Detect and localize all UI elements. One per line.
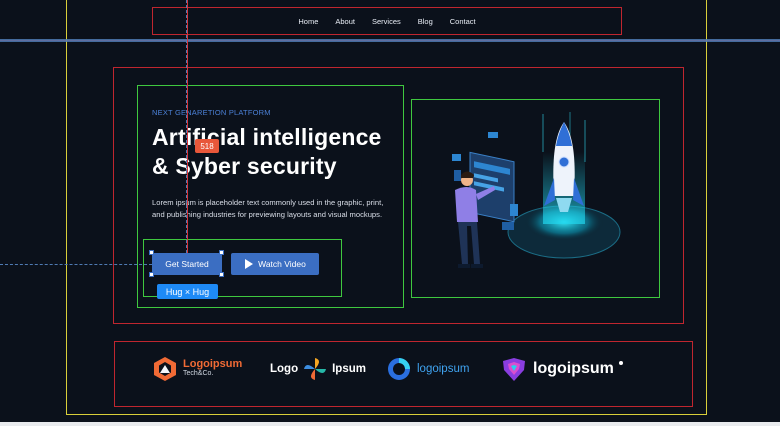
nav-about[interactable]: About bbox=[335, 17, 355, 26]
watch-video-button[interactable]: Watch Video bbox=[231, 253, 319, 275]
selection-handle-bl[interactable] bbox=[149, 272, 154, 277]
logo-2-left: Logo bbox=[270, 363, 299, 375]
logo-4: logoipsum bbox=[500, 351, 623, 387]
nav-services[interactable]: Services bbox=[372, 17, 401, 26]
selection-handle-tl[interactable] bbox=[149, 250, 154, 255]
bottom-edge bbox=[0, 422, 780, 426]
logo-4-name: logoipsum bbox=[533, 360, 614, 377]
logo-1: Logoipsum Tech&Co. bbox=[152, 351, 242, 387]
vertical-guide-dashed bbox=[186, 0, 187, 253]
logo-2: Logo Ipsum bbox=[270, 351, 366, 387]
hero-eyebrow: NEXT GENARETION PLATFORM bbox=[152, 108, 271, 117]
logo-3: logoipsum bbox=[386, 351, 469, 387]
nav-bar: Home About Services Blog Contact bbox=[152, 7, 622, 35]
heart-logo-icon bbox=[503, 358, 525, 381]
selection-handle-tr[interactable] bbox=[219, 250, 224, 255]
logo-1-sub: Tech&Co. bbox=[183, 370, 214, 377]
hexagon-logo-icon bbox=[154, 357, 176, 381]
nav-contact[interactable]: Contact bbox=[450, 17, 476, 26]
vertical-guide-red bbox=[187, 0, 188, 253]
watch-video-label: Watch Video bbox=[258, 259, 306, 269]
ring-logo-icon bbox=[388, 358, 410, 380]
logo-3-name: logoipsum bbox=[417, 363, 470, 375]
logo-1-text: Logoipsum Tech&Co. bbox=[183, 359, 242, 379]
selection-handle-br[interactable] bbox=[219, 272, 224, 277]
get-started-button[interactable]: Get Started bbox=[152, 253, 222, 275]
horizontal-guide-dashed bbox=[0, 264, 152, 265]
hug-size-tag[interactable]: Hug × Hug bbox=[157, 284, 218, 299]
logo-4-dot bbox=[618, 361, 623, 365]
logo-1-name: Logoipsum bbox=[183, 358, 243, 370]
get-started-label: Get Started bbox=[165, 259, 209, 269]
horizontal-guide bbox=[0, 39, 780, 42]
pinwheel-logo-icon bbox=[304, 358, 327, 380]
rocket-illustration bbox=[452, 112, 621, 268]
nav-home[interactable]: Home bbox=[298, 17, 318, 26]
play-icon bbox=[245, 259, 254, 269]
nav-blog[interactable]: Blog bbox=[418, 17, 433, 26]
dimension-badge: 518 bbox=[195, 139, 219, 153]
logo-2-right: Ipsum bbox=[332, 363, 366, 375]
